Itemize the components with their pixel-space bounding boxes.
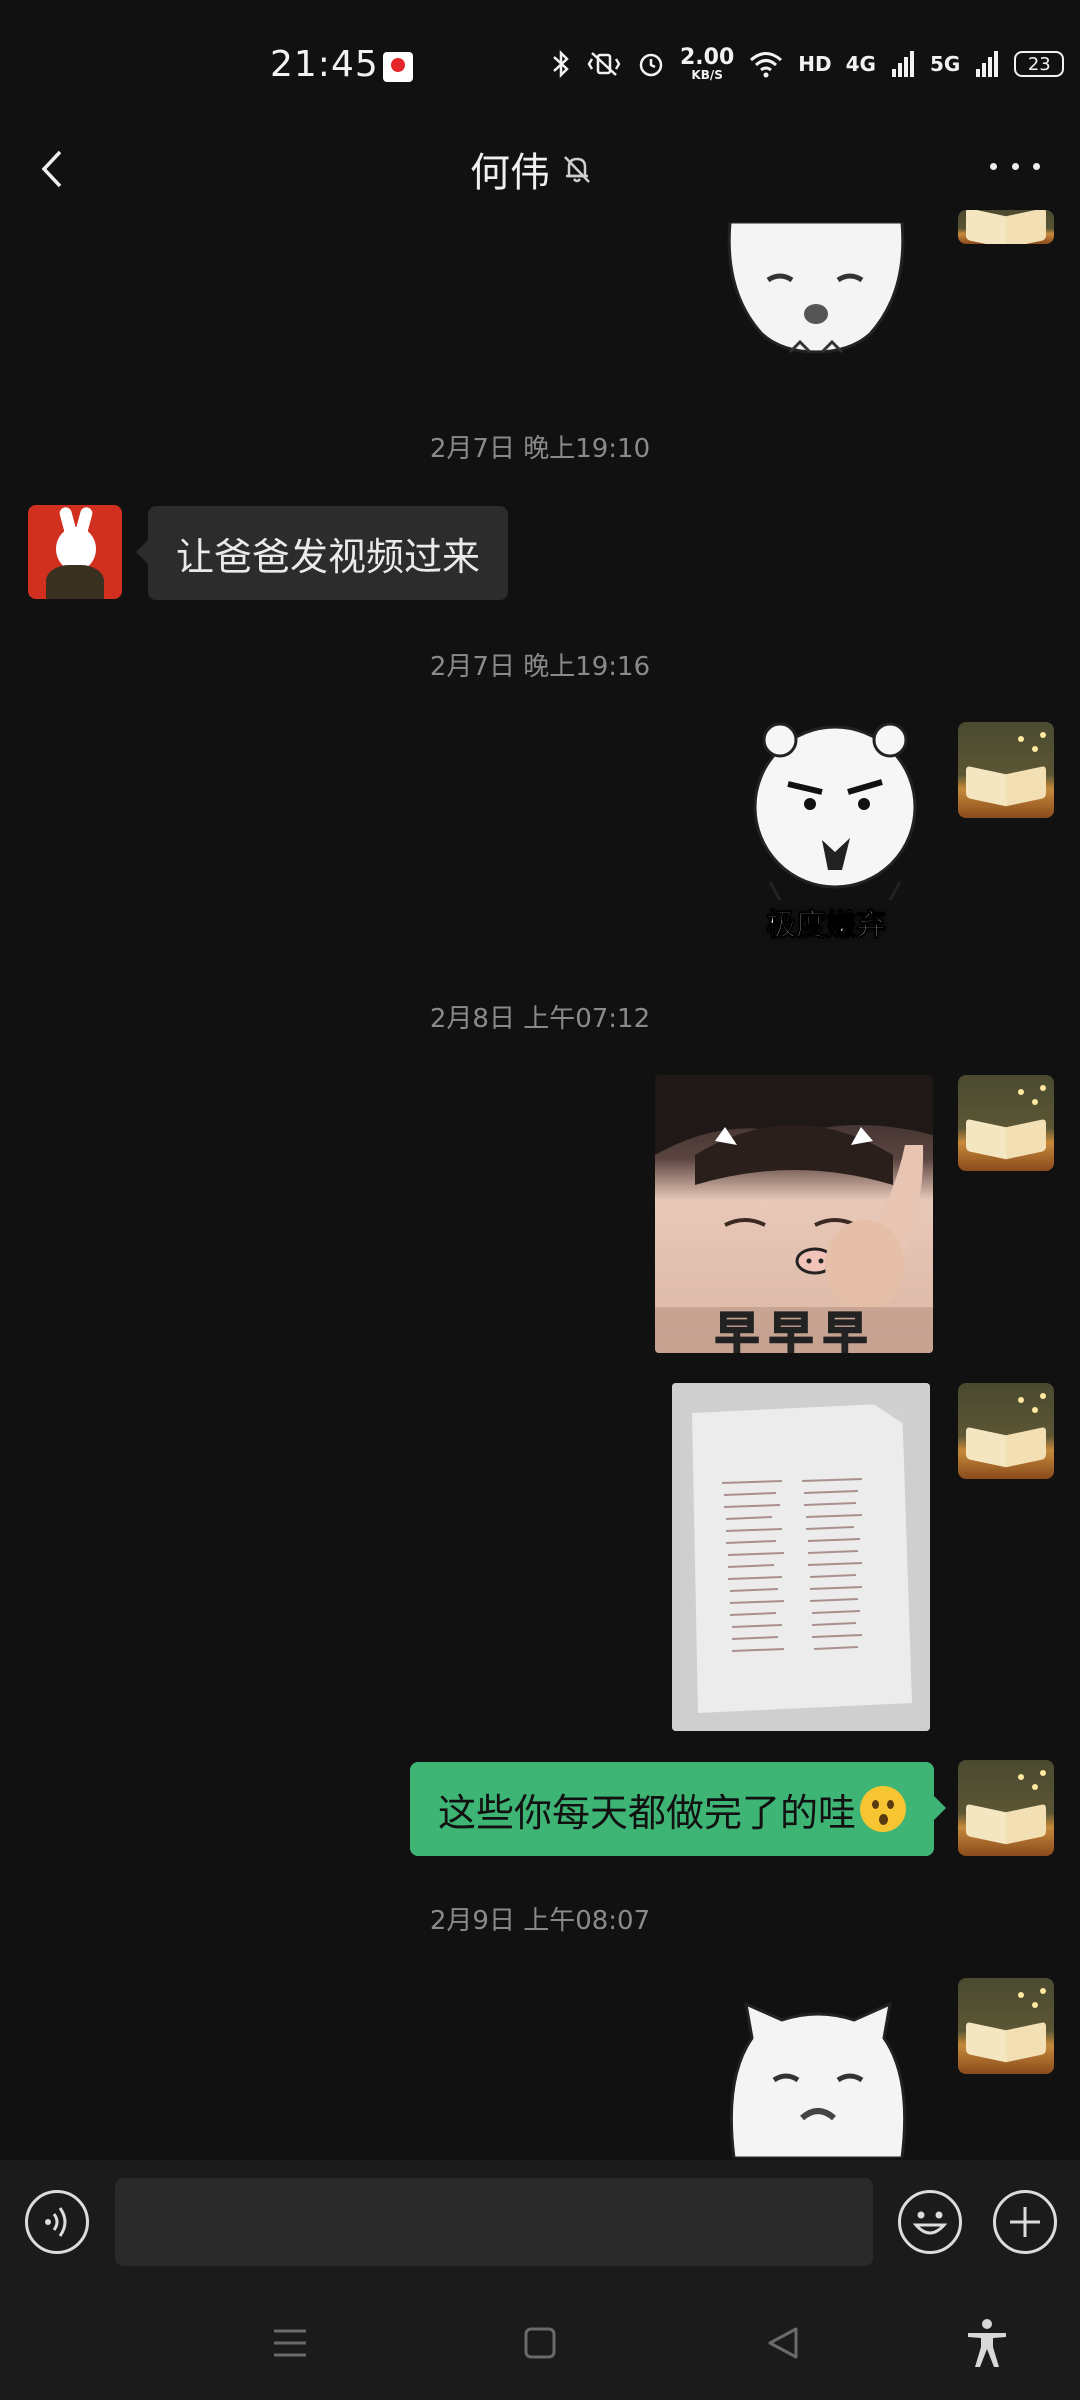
wifi-icon	[750, 52, 783, 78]
my-avatar[interactable]	[958, 1760, 1054, 1856]
my-avatar[interactable]	[958, 1383, 1054, 1479]
status-time: 21:45	[270, 44, 379, 85]
message-text: 这些你每天都做完了的哇	[437, 1790, 856, 1835]
sticker-disgust[interactable]: 极度嫌弃	[740, 722, 930, 944]
bluetooth-icon	[553, 49, 569, 79]
surprised-face-icon	[860, 1786, 906, 1832]
sticker-pouting-cat[interactable]	[722, 1998, 914, 2158]
image-message-baby[interactable]: 早早早	[655, 1075, 933, 1353]
network-speed: 2.00 KB/S	[680, 45, 735, 82]
my-avatar[interactable]	[958, 722, 1054, 818]
alarm-icon	[639, 53, 663, 77]
battery-level: 23	[1014, 51, 1065, 77]
bell-off-icon	[564, 156, 590, 183]
timestamp: 2月7日 晚上19:10	[429, 434, 651, 464]
back-triangle-icon[interactable]	[764, 2323, 804, 2363]
net-5g-label: 5G	[929, 52, 961, 76]
accessibility-icon[interactable]	[962, 2317, 1012, 2369]
emoji-icon[interactable]	[898, 2190, 962, 2254]
signal-icon	[891, 51, 914, 77]
message-bubble-in[interactable]: 让爸爸发视频过来	[135, 506, 509, 600]
timestamp: 2月9日 上午08:07	[429, 1906, 651, 1936]
vibrate-icon	[587, 52, 621, 76]
contact-name: 何伟	[470, 150, 550, 196]
signal-icon	[976, 51, 999, 77]
home-square-icon[interactable]	[522, 2325, 558, 2361]
my-avatar[interactable]	[958, 1978, 1054, 2074]
net-4g-label: 4G	[845, 52, 876, 76]
chat-title: 何伟	[470, 140, 594, 198]
contact-avatar[interactable]	[28, 505, 122, 599]
message-bubble-out[interactable]: 这些你每天都做完了的哇	[409, 1762, 947, 1856]
timestamp: 2月8日 上午07:12	[429, 1004, 651, 1034]
system-navigation-bar	[0, 2285, 1080, 2400]
notification-app-icon	[383, 52, 413, 82]
network-speed-unit: KB/S	[691, 68, 723, 82]
image-caption: 早早早	[714, 1307, 877, 1353]
sticker-pouting-face[interactable]	[720, 222, 912, 360]
image-message-paper[interactable]	[672, 1383, 930, 1731]
my-avatar[interactable]	[958, 1075, 1054, 1171]
my-avatar[interactable]	[958, 210, 1054, 244]
status-icons: 2.00 KB/S HD 4G 5G 23	[550, 40, 1080, 88]
message-input[interactable]	[115, 2178, 873, 2266]
chevron-left-icon[interactable]	[30, 144, 80, 194]
voice-icon[interactable]	[25, 2190, 89, 2254]
message-text: 让爸爸发视频过来	[176, 534, 481, 579]
status-bar: 21:45 2.00 KB/S HD 4G 5G 23	[0, 0, 1080, 130]
network-speed-value: 2.00	[680, 45, 735, 70]
chat-header: 何伟	[0, 130, 1080, 210]
input-bar	[0, 2160, 1080, 2285]
hd-label: HD	[798, 52, 832, 76]
plus-icon[interactable]	[993, 2190, 1057, 2254]
menu-icon[interactable]	[270, 2325, 310, 2361]
timestamp: 2月7日 晚上19:16	[429, 652, 651, 682]
sticker-caption: 极度嫌弃	[766, 908, 887, 944]
more-dots-icon[interactable]	[990, 156, 1040, 176]
